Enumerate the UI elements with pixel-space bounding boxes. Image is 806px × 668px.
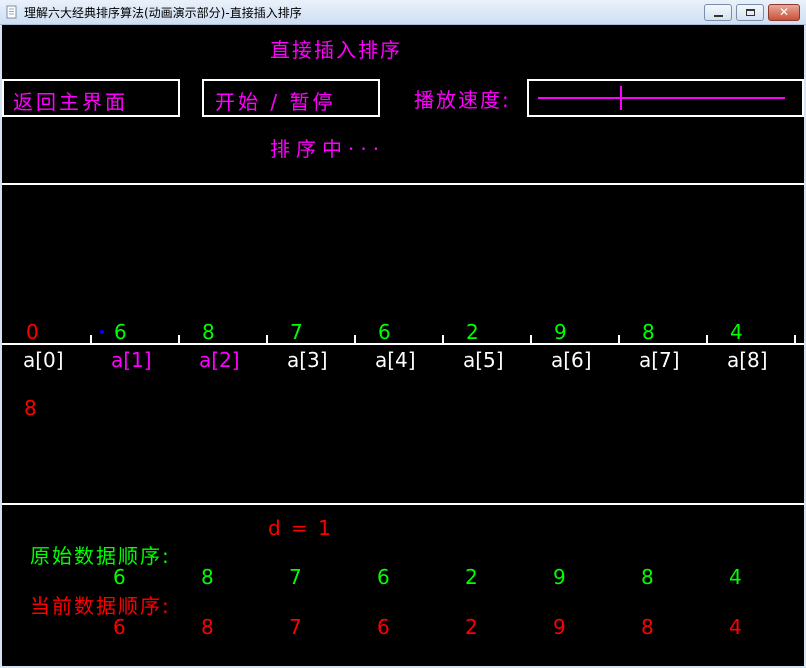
index-label: a[2] [199, 348, 240, 372]
status-text: 排序中··· [270, 137, 386, 161]
top-divider [2, 183, 804, 185]
baseline [2, 343, 804, 345]
minimize-button[interactable] [704, 4, 732, 21]
minimize-icon [714, 15, 723, 17]
current-value: 9 [553, 615, 566, 639]
value-cell: 7 [290, 320, 303, 344]
current-value: 6 [113, 615, 126, 639]
app-window: 理解六大经典排序算法(动画演示部分)-直接插入排序 ✕ 直接插入排序 返回主界面… [0, 0, 806, 668]
value-cell: 6 [114, 320, 127, 344]
value-cell: 8 [642, 320, 655, 344]
original-value: 7 [289, 565, 302, 589]
index-label: a[1] [111, 348, 152, 372]
slider-track [538, 97, 785, 99]
index-label: a[8] [727, 348, 768, 372]
value-cell: 0 [26, 320, 39, 344]
window-title: 理解六大经典排序算法(动画演示部分)-直接插入排序 [24, 6, 302, 20]
page-title: 直接插入排序 [270, 38, 402, 62]
axis-tick [442, 335, 444, 343]
close-button[interactable]: ✕ [768, 4, 800, 21]
original-value: 6 [113, 565, 126, 589]
app-icon [6, 5, 17, 19]
current-order-label: 当前数据顺序: [30, 594, 171, 618]
index-label: a[4] [375, 348, 416, 372]
axis-tick [794, 335, 796, 343]
speed-label: 播放速度: [414, 88, 511, 112]
value-cell: 9 [554, 320, 567, 344]
current-value: 6 [377, 615, 390, 639]
original-value: 8 [641, 565, 654, 589]
axis-tick [530, 335, 532, 343]
current-value: 4 [729, 615, 742, 639]
axis-tick [90, 335, 92, 343]
pointer-marker [100, 330, 104, 334]
value-cell: 6 [378, 320, 391, 344]
original-value: 8 [201, 565, 214, 589]
start-pause-button[interactable]: 开始 / 暂停 [202, 79, 380, 117]
index-label: a[0] [23, 348, 64, 372]
current-value: 8 [641, 615, 654, 639]
original-order-label: 原始数据顺序: [30, 544, 171, 568]
title-bar[interactable]: 理解六大经典排序算法(动画演示部分)-直接插入排序 ✕ [0, 0, 806, 25]
axis-tick [178, 335, 180, 343]
index-label: a[3] [287, 348, 328, 372]
current-value: 7 [289, 615, 302, 639]
index-label: a[7] [639, 348, 680, 372]
original-value: 6 [377, 565, 390, 589]
value-cell: 4 [730, 320, 743, 344]
slider-thumb[interactable] [620, 86, 622, 110]
maximize-icon [746, 9, 755, 16]
original-value: 2 [465, 565, 478, 589]
value-cell: 2 [466, 320, 479, 344]
temp-value: 8 [24, 396, 37, 420]
back-button[interactable]: 返回主界面 [2, 79, 180, 117]
axis-tick [706, 335, 708, 343]
index-label: a[5] [463, 348, 504, 372]
original-value: 9 [553, 565, 566, 589]
close-icon: ✕ [778, 5, 790, 19]
axis-tick [266, 335, 268, 343]
current-value: 8 [201, 615, 214, 639]
d-label: d = 1 [268, 516, 333, 540]
speed-slider[interactable] [527, 79, 804, 117]
canvas-area: 直接插入排序 返回主界面 开始 / 暂停 播放速度: 排序中··· 0 6 8 7 6 2… [2, 25, 804, 666]
original-value: 4 [729, 565, 742, 589]
value-cell: 8 [202, 320, 215, 344]
index-label: a[6] [551, 348, 592, 372]
back-button-label: 返回主界面 [13, 90, 128, 114]
maximize-button[interactable] [736, 4, 764, 21]
axis-tick [618, 335, 620, 343]
start-pause-label: 开始 / 暂停 [215, 90, 336, 114]
axis-tick [354, 335, 356, 343]
bottom-divider [2, 503, 804, 505]
current-value: 2 [465, 615, 478, 639]
